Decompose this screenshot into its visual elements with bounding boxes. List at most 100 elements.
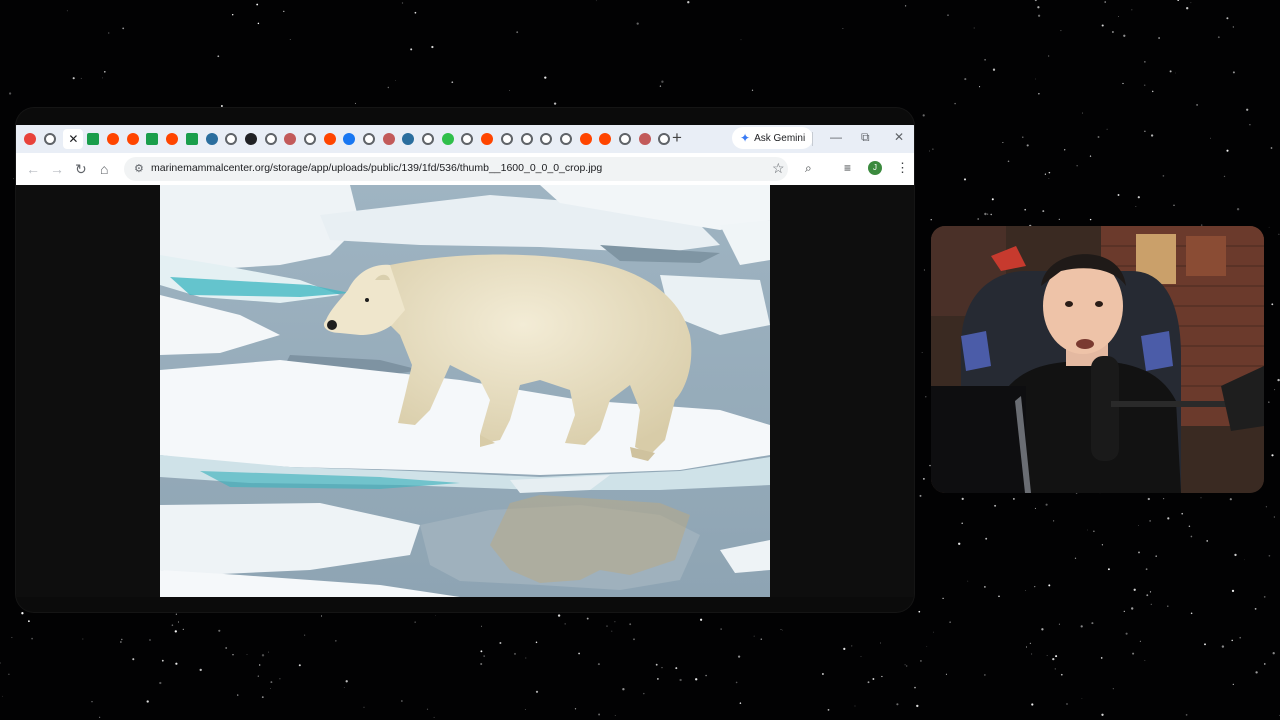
tab-globe-icon[interactable]: [520, 133, 533, 145]
star: [231, 13, 234, 16]
back-button[interactable]: ←: [26, 161, 40, 177]
address-bar[interactable]: ⚙ marinemammalcenter.org/storage/app/upl…: [124, 157, 788, 181]
star: [1263, 596, 1266, 598]
star: [614, 621, 616, 623]
star: [270, 688, 271, 689]
profile-avatar[interactable]: J: [868, 161, 882, 175]
tab-reddit-icon[interactable]: [166, 133, 179, 145]
star: [923, 269, 925, 271]
tab-grid-icon[interactable]: [24, 133, 36, 145]
tab-palette-icon[interactable]: [638, 133, 651, 145]
star: [1144, 660, 1146, 661]
star: [1145, 568, 1148, 571]
tab-dark-circle-icon[interactable]: [244, 133, 257, 145]
tab-reddit-icon[interactable]: [126, 133, 139, 145]
star: [1002, 142, 1004, 143]
star: [1131, 9, 1133, 11]
tab-globe-icon[interactable]: [658, 133, 671, 145]
star: [1137, 196, 1140, 199]
menu-icon[interactable]: ⋮: [896, 160, 909, 176]
tab-globe-icon[interactable]: [540, 133, 553, 145]
restore-button[interactable]: ⧉: [861, 130, 870, 145]
star: [1031, 653, 1033, 655]
tab-reddit-icon[interactable]: [107, 133, 120, 145]
forward-button[interactable]: →: [50, 161, 64, 177]
star: [1041, 628, 1044, 631]
tab-palette-icon[interactable]: [284, 133, 297, 145]
star: [1271, 303, 1274, 306]
star: [1221, 645, 1225, 648]
tab-close-icon[interactable]: ✕: [63, 129, 84, 149]
close-window-button[interactable]: ✕: [894, 130, 904, 144]
star: [433, 716, 435, 718]
tab-globe-icon[interactable]: [43, 133, 56, 145]
star: [984, 586, 986, 588]
star: [984, 58, 986, 61]
star: [1054, 668, 1056, 670]
star: [872, 678, 875, 680]
star: [973, 27, 975, 29]
tab-zillow-icon[interactable]: [146, 133, 159, 145]
tab-globe-icon[interactable]: [303, 133, 316, 145]
star: [1131, 607, 1134, 610]
star: [1048, 178, 1050, 179]
tab-zillow-icon[interactable]: [185, 133, 198, 145]
tab-timer-icon[interactable]: [205, 133, 218, 145]
tab-globe-icon[interactable]: [422, 133, 435, 145]
tab-reddit-icon[interactable]: [579, 133, 592, 145]
tab-globe-icon[interactable]: [363, 133, 375, 145]
url-text[interactable]: marinemammalcenter.org/storage/app/uploa…: [151, 162, 602, 174]
star: [132, 658, 135, 661]
star: [655, 663, 658, 666]
tab-globe-icon[interactable]: [225, 133, 238, 145]
minimize-button[interactable]: —: [830, 130, 842, 144]
star: [174, 630, 177, 633]
star: [1231, 589, 1235, 593]
home-button[interactable]: ⌂: [100, 161, 108, 177]
star: [120, 641, 122, 643]
tab-globe-icon[interactable]: [559, 133, 572, 145]
tab-green-dot-icon[interactable]: [441, 133, 454, 145]
star: [675, 667, 678, 670]
star: [1272, 652, 1275, 655]
tab-reddit-icon[interactable]: [599, 133, 612, 145]
tab-zillow-icon[interactable]: [87, 133, 100, 145]
star: [102, 77, 104, 79]
tab-palette-icon[interactable]: [382, 133, 395, 145]
star: [1236, 208, 1240, 211]
star: [99, 716, 101, 718]
star: [1038, 93, 1040, 95]
close-tab-icon[interactable]: ✕: [68, 132, 78, 146]
star: [175, 613, 177, 615]
new-tab-button[interactable]: +: [672, 129, 682, 147]
star: [1204, 643, 1206, 646]
star: [1226, 149, 1229, 152]
site-info-icon[interactable]: ⚙: [134, 162, 144, 175]
star: [1255, 671, 1258, 674]
browser-toolbar: ← → ↻ ⌂ ⚙ marinemammalcenter.org/storage…: [16, 153, 914, 185]
ask-gemini-button[interactable]: ✦ Ask Gemini: [732, 127, 814, 149]
tab-reddit-icon[interactable]: [323, 133, 336, 145]
tab-globe-icon[interactable]: [461, 133, 474, 145]
star: [687, 1, 690, 4]
tab-globe-icon[interactable]: [264, 133, 277, 145]
star: [13, 178, 14, 180]
tab-timer-icon[interactable]: [402, 133, 415, 145]
star: [622, 688, 625, 691]
gemini-icon: ✦: [740, 131, 751, 145]
star: [451, 81, 454, 84]
tab-reddit-icon[interactable]: [481, 133, 494, 145]
google-lens-icon[interactable]: ⌕: [805, 161, 812, 176]
star: [1034, 585, 1036, 588]
tab-globe-icon[interactable]: [618, 133, 631, 145]
star: [1093, 530, 1095, 532]
star: [159, 681, 162, 685]
media-controls-icon[interactable]: ≡: [844, 161, 851, 175]
tab-globe-icon[interactable]: [500, 133, 513, 145]
star: [481, 625, 483, 627]
star: [395, 80, 397, 81]
bookmark-star-icon[interactable]: ☆: [772, 160, 785, 177]
reload-button[interactable]: ↻: [75, 161, 87, 177]
star: [1037, 6, 1040, 9]
tab-facebook-icon[interactable]: [343, 133, 356, 145]
